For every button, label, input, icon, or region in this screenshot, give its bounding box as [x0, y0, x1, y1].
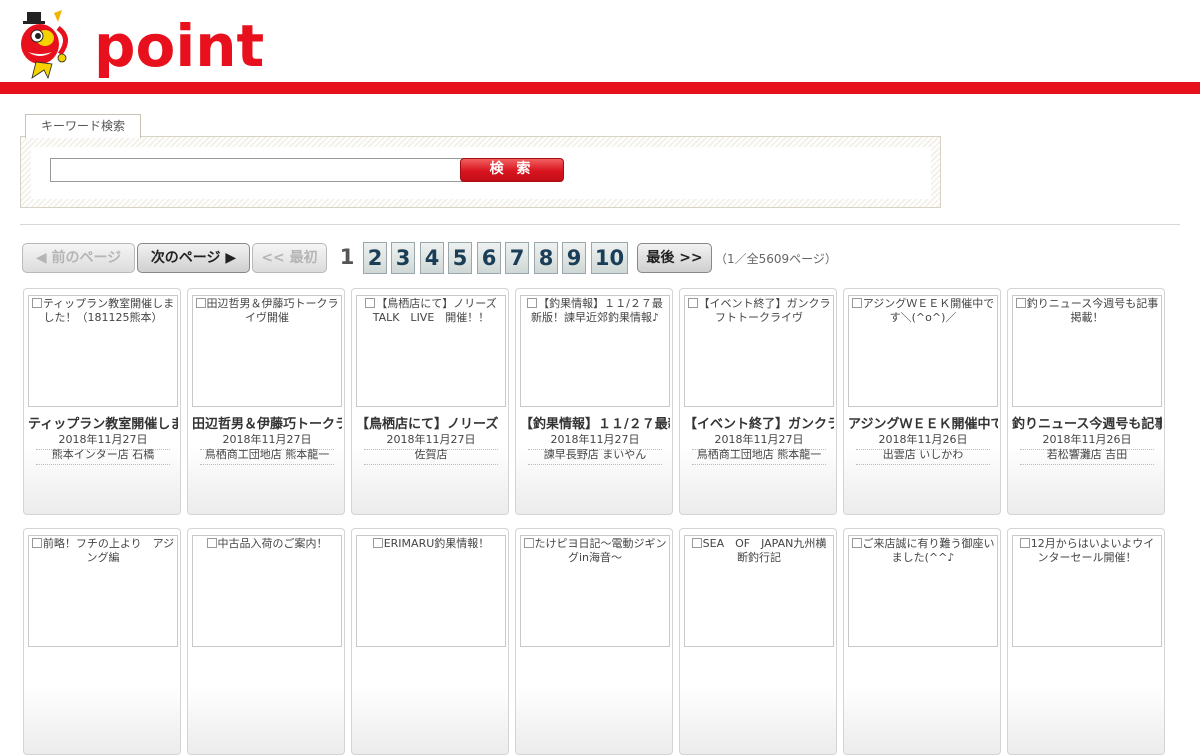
- search-button[interactable]: 検 索: [460, 158, 564, 182]
- divider: [20, 224, 1180, 225]
- thumbnail-alt: ご来店誠に有り難う御座いました(^^♪: [862, 537, 995, 564]
- fish-mascot-icon: [21, 10, 68, 80]
- header-red-bar: [0, 82, 1200, 94]
- thumbnail-alt: 田辺哲男＆伊藤巧トークライヴ開催: [206, 297, 339, 324]
- thumbnail-alt: アジングＷＥＥＫ開催中です＼(^o^)／: [862, 297, 995, 324]
- thumbnail-alt: ティップラン教室開催しました！（181125熊本）: [42, 297, 175, 324]
- article-shop: 佐賀店: [364, 446, 498, 465]
- article-title[interactable]: 釣りニュース今週号も記事: [1012, 413, 1162, 432]
- page-number-9[interactable]: 9: [562, 242, 586, 274]
- page-number-3[interactable]: 3: [391, 242, 415, 274]
- site-header: point: [0, 0, 1200, 82]
- article-shop: 諫早長野店 まいやん: [528, 446, 662, 465]
- article-thumbnail[interactable]: 釣りニュース今週号も記事掲載！: [1012, 295, 1162, 407]
- article-card[interactable]: ERIMARU釣果情報！: [351, 528, 509, 755]
- article-thumbnail[interactable]: 【イベント終了】ガンクラフトトークライヴ: [684, 295, 834, 407]
- article-shop: 若松響灘店 吉田: [1020, 446, 1154, 465]
- prev-page-button[interactable]: ◀ 前のページ: [22, 243, 135, 273]
- article-card[interactable]: 前略！フチの上より アジング編: [23, 528, 181, 755]
- article-thumbnail[interactable]: ティップラン教室開催しました！（181125熊本）: [28, 295, 178, 407]
- broken-image-icon: [851, 298, 862, 308]
- thumbnail-alt: 前略！フチの上より アジング編: [42, 537, 175, 564]
- page-number-5[interactable]: 5: [448, 242, 472, 274]
- article-thumbnail[interactable]: ご来店誠に有り難う御座いました(^^♪: [848, 535, 998, 647]
- logo-wordmark: point: [94, 12, 265, 80]
- article-card[interactable]: ご来店誠に有り難う御座いました(^^♪: [843, 528, 1001, 755]
- thumbnail-alt: たけピヨ日記～電動ジギングin海音～: [534, 537, 667, 564]
- article-thumbnail[interactable]: 【鳥栖店にて】ノリーズ TALK LIVE 開催！！: [356, 295, 506, 407]
- article-card[interactable]: アジングＷＥＥＫ開催中です＼(^o^)／ アジングＷＥＥＫ開催中で 2018年1…: [843, 288, 1001, 515]
- article-thumbnail[interactable]: 【釣果情報】１１/２７最新版！諫早近郊釣果情報♪: [520, 295, 670, 407]
- broken-image-icon: [523, 538, 534, 548]
- article-card[interactable]: ティップラン教室開催しました！（181125熊本） ティップラン教室開催しま 2…: [23, 288, 181, 515]
- thumbnail-alt: 【イベント終了】ガンクラフトトークライヴ: [698, 297, 831, 324]
- thumbnail-alt: SEA OF JAPAN九州横断釣行記: [702, 537, 827, 564]
- article-title[interactable]: 田辺哲男＆伊藤巧トークラ: [192, 413, 342, 432]
- article-card[interactable]: たけピヨ日記～電動ジギングin海音～: [515, 528, 673, 755]
- article-thumbnail[interactable]: 12月からはいよいよウインターセール開催！: [1012, 535, 1162, 647]
- page-number-4[interactable]: 4: [420, 242, 444, 274]
- thumbnail-alt: 12月からはいよいよウインターセール開催！: [1030, 537, 1155, 564]
- article-card[interactable]: 釣りニュース今週号も記事掲載！ 釣りニュース今週号も記事 2018年11月26日…: [1007, 288, 1165, 515]
- thumbnail-alt: 【鳥栖店にて】ノリーズ TALK LIVE 開催！！: [372, 297, 505, 324]
- next-page-button[interactable]: 次のページ ▶: [137, 243, 250, 273]
- article-thumbnail[interactable]: アジングＷＥＥＫ開催中です＼(^o^)／: [848, 295, 998, 407]
- broken-image-icon: [31, 298, 42, 308]
- article-card[interactable]: SEA OF JAPAN九州横断釣行記: [679, 528, 837, 755]
- page-number-10[interactable]: 10: [591, 242, 628, 274]
- page-number-2[interactable]: 2: [363, 242, 387, 274]
- article-card[interactable]: 田辺哲男＆伊藤巧トークライヴ開催 田辺哲男＆伊藤巧トークラ 2018年11月27…: [187, 288, 345, 515]
- broken-image-icon: [195, 298, 206, 308]
- thumbnail-alt: 【釣果情報】１１/２７最新版！諫早近郊釣果情報♪: [530, 297, 663, 324]
- article-card[interactable]: 中古品入荷のご案内！: [187, 528, 345, 755]
- article-thumbnail[interactable]: 前略！フチの上より アジング編: [28, 535, 178, 647]
- thumbnail-alt: ERIMARU釣果情報！: [383, 537, 490, 550]
- article-card[interactable]: 【釣果情報】１１/２７最新版！諫早近郊釣果情報♪ 【釣果情報】１１/２７最新 2…: [515, 288, 673, 515]
- article-title[interactable]: ティップラン教室開催しま: [28, 413, 178, 432]
- article-card[interactable]: 12月からはいよいよウインターセール開催！: [1007, 528, 1165, 755]
- article-thumbnail[interactable]: ERIMARU釣果情報！: [356, 535, 506, 647]
- article-title[interactable]: 【イベント終了】ガンクラ: [684, 413, 834, 432]
- article-thumbnail[interactable]: 田辺哲男＆伊藤巧トークライヴ開催: [192, 295, 342, 407]
- article-card[interactable]: 【イベント終了】ガンクラフトトークライヴ 【イベント終了】ガンクラ 2018年1…: [679, 288, 837, 515]
- thumbnail-alt: 中古品入荷のご案内！: [217, 537, 328, 550]
- broken-image-icon: [1015, 298, 1026, 308]
- article-title[interactable]: 【釣果情報】１１/２７最新: [520, 413, 670, 432]
- broken-image-icon: [31, 538, 42, 548]
- broken-image-icon: [365, 298, 376, 308]
- article-thumbnail[interactable]: たけピヨ日記～電動ジギングin海音～: [520, 535, 670, 647]
- article-card[interactable]: 【鳥栖店にて】ノリーズ TALK LIVE 開催！！ 【鳥栖店にて】ノリーズ 2…: [351, 288, 509, 515]
- page-number-8[interactable]: 8: [534, 242, 558, 274]
- broken-image-icon: [687, 298, 698, 308]
- broken-image-icon: [851, 538, 862, 548]
- article-shop: 鳥栖商工団地店 熊本龍一: [200, 446, 334, 465]
- pagination: ◀ 前のページ 次のページ ▶ << 最初 1 2 3 4 5 6 7 8 9 …: [22, 242, 1182, 274]
- page-number-7[interactable]: 7: [505, 242, 529, 274]
- page-info: （1／全5609ページ）: [715, 252, 837, 266]
- broken-image-icon: [527, 298, 538, 308]
- broken-image-icon: [1019, 538, 1030, 548]
- article-title[interactable]: 【鳥栖店にて】ノリーズ: [356, 413, 506, 432]
- search-tab[interactable]: キーワード検索: [25, 114, 141, 138]
- broken-image-icon: [372, 538, 383, 548]
- first-page-button[interactable]: << 最初: [252, 243, 327, 273]
- search-inner: 検 索: [31, 147, 931, 199]
- article-thumbnail[interactable]: 中古品入荷のご案内！: [192, 535, 342, 647]
- last-page-button[interactable]: 最後 >>: [637, 243, 712, 273]
- article-shop: 鳥栖商工団地店 熊本龍一: [692, 446, 826, 465]
- page-number-6[interactable]: 6: [477, 242, 501, 274]
- site-logo[interactable]: point: [18, 8, 264, 80]
- broken-image-icon: [206, 538, 217, 548]
- thumbnail-alt: 釣りニュース今週号も記事掲載！: [1026, 297, 1159, 324]
- article-shop: 出雲店 いしかわ: [856, 446, 990, 465]
- article-thumbnail[interactable]: SEA OF JAPAN九州横断釣行記: [684, 535, 834, 647]
- page-number-current: 1: [339, 245, 355, 269]
- article-shop: 熊本インター店 石橋: [36, 446, 170, 465]
- article-title[interactable]: アジングＷＥＥＫ開催中で: [848, 413, 998, 432]
- broken-image-icon: [691, 538, 702, 548]
- search-panel: 検 索: [20, 136, 941, 208]
